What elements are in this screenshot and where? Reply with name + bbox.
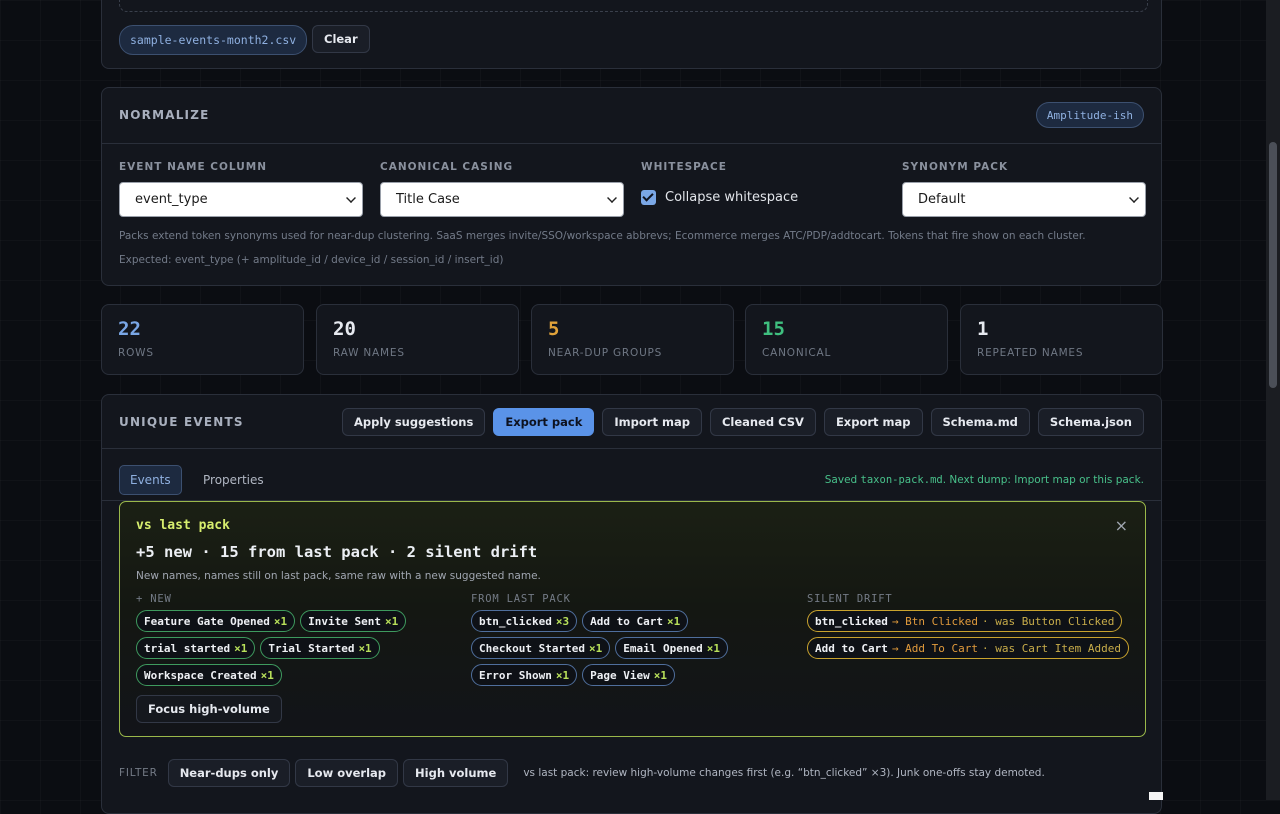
normalize-header: NORMALIZE Amplitude-ish [102,88,1161,144]
table-scroll-corner [1149,792,1163,800]
low-overlap-button[interactable]: Low overlap [295,759,399,787]
clear-button[interactable]: Clear [312,25,370,53]
new-event-pill[interactable]: Workspace Created ×1 [136,664,282,686]
upload-panel: sample-events-month2.csv Clear [101,0,1162,69]
stat-label: ROWS [118,347,154,359]
event-name-column-select[interactable]: event_type [119,182,363,217]
import-map-button[interactable]: Import map [602,408,702,436]
last-pack-pill[interactable]: Error Shown ×1 [471,664,578,686]
event-name-column-label: EVENT NAME COLUMN [119,161,267,173]
last-pack-pill[interactable]: Add to Cart ×1 [582,610,689,632]
chevron-down-icon [346,193,356,203]
export-pack-button[interactable]: Export pack [493,408,595,436]
new-column-heading: + NEW [136,593,172,605]
from-last-pack-list: btn_clicked ×3 Add to Cart ×1 Checkout Sta… [471,610,771,686]
focus-high-volume-button[interactable]: Focus high-volume [136,695,282,723]
file-chip: sample-events-month2.csv [119,25,308,55]
new-event-pill[interactable]: Trial Started ×1 [260,637,380,659]
saved-status: Saved taxon-pack.md. Next dump: Import m… [825,474,1144,486]
last-pack-pill[interactable]: Email Opened ×1 [615,637,728,659]
stat-value: 15 [762,318,785,340]
stat-value: 5 [548,318,560,340]
unique-events-panel: UNIQUE EVENTS Apply suggestions Export p… [101,394,1162,814]
collapse-whitespace-checkbox[interactable] [641,190,656,205]
stat-label: CANONICAL [762,347,832,359]
stat-value: 20 [333,318,356,340]
stat-label: RAW NAMES [333,347,405,359]
synonym-pack-label: SYNONYM PACK [902,161,1009,173]
apply-suggestions-button[interactable]: Apply suggestions [342,408,486,436]
unique-events-title: UNIQUE EVENTS [119,415,244,429]
event-name-column-value: event_type [135,192,208,207]
silent-drift-list: btn_clicked → Btn Clicked · was Button Cli… [807,610,1137,659]
expected-hint: Expected: event_type (+ amplitude_id / d… [119,254,504,266]
page-scrollbar[interactable] [1266,0,1280,800]
saved-suffix: . Next dump: Import map or this pack. [942,474,1144,486]
last-pack-pill[interactable]: Checkout Started ×1 [471,637,611,659]
drift-pill[interactable]: Add to Cart → Add To Cart · was Cart Item … [807,637,1130,659]
whitespace-label: WHITESPACE [641,161,727,173]
synonym-pack-value: Default [918,192,966,207]
tab-events[interactable]: Events [119,465,182,495]
stat-repeated-names: 1 REPEATED NAMES [960,304,1163,375]
events-toolbar: Apply suggestions Export pack Import map… [342,408,1144,436]
filter-label: FILTER [119,767,158,779]
collapse-whitespace-label[interactable]: Collapse whitespace [665,190,798,205]
tab-properties[interactable]: Properties [193,465,274,495]
last-pack-pill[interactable]: Page View ×1 [582,664,675,686]
stat-rows: 22 ROWS [101,304,304,375]
new-event-pill[interactable]: Feature Gate Opened ×1 [136,610,296,632]
cleaned-csv-button[interactable]: Cleaned CSV [709,408,816,436]
normalize-panel: NORMALIZE Amplitude-ish EVENT NAME COLUM… [101,87,1162,286]
near-dups-only-button[interactable]: Near-dups only [167,759,291,787]
new-event-pill[interactable]: Invite Sent ×1 [300,610,407,632]
chevron-down-icon [607,193,617,203]
canonical-casing-label: CANONICAL CASING [380,161,514,173]
schema-md-button[interactable]: Schema.md [930,408,1030,436]
header-divider [102,448,1161,449]
stat-label: REPEATED NAMES [977,347,1084,359]
schema-json-button[interactable]: Schema.json [1037,408,1144,436]
from-last-pack-heading: FROM LAST PACK [471,593,571,605]
close-icon[interactable]: × [1115,516,1128,535]
stat-near-dup-groups: 5 NEAR-DUP GROUPS [531,304,734,375]
file-dropzone[interactable] [119,0,1148,12]
drift-description: New names, names still on last pack, sam… [136,570,541,582]
saved-file: taxon-pack.md [860,474,943,486]
stat-canonical: 15 CANONICAL [745,304,948,375]
scrollbar-thumb[interactable] [1269,142,1277,388]
high-volume-button[interactable]: High volume [403,759,509,787]
saved-prefix: Saved [824,474,861,486]
canonical-casing-value: Title Case [396,192,460,207]
packs-hint: Packs extend token synonyms used for nea… [119,230,1086,242]
new-events-list: Feature Gate Opened ×1 Invite Sent ×1 tria… [136,610,446,686]
stat-raw-names: 20 RAW NAMES [316,304,519,375]
last-pack-pill[interactable]: btn_clicked ×3 [471,610,578,632]
filter-row: FILTER Near-dups only Low overlap High v… [119,759,1045,787]
drift-pill[interactable]: btn_clicked → Btn Clicked · was Button Cli… [807,610,1123,632]
drift-title: vs last pack [136,518,230,533]
export-map-button[interactable]: Export map [823,408,923,436]
canonical-casing-select[interactable]: Title Case [380,182,624,217]
chevron-down-icon [1129,193,1139,203]
filter-note: vs last pack: review high-volume changes… [523,767,1045,779]
preset-badge: Amplitude-ish [1035,102,1144,128]
drift-summary: +5 new · 15 from last pack · 2 silent dr… [136,543,538,561]
stat-label: NEAR-DUP GROUPS [548,347,663,359]
stat-value: 22 [118,318,141,340]
new-event-pill[interactable]: trial started ×1 [136,637,256,659]
silent-drift-heading: SILENT DRIFT [807,593,893,605]
stat-value: 1 [977,318,989,340]
synonym-pack-select[interactable]: Default [902,182,1146,217]
drift-summary-box: vs last pack × +5 new · 15 from last pac… [119,501,1146,737]
normalize-title: NORMALIZE [119,108,210,122]
